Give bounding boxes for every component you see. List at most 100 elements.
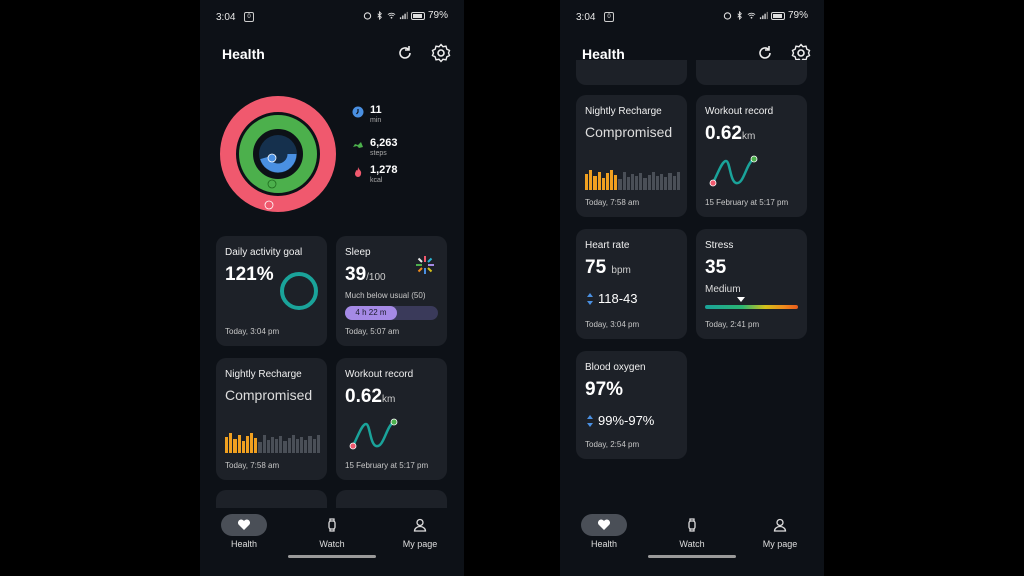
person-icon bbox=[413, 518, 427, 532]
daily-goal-card[interactable]: Daily activity goal 121% Today, 3:04 pm bbox=[216, 236, 327, 346]
bluetooth-icon bbox=[737, 11, 742, 20]
recharge-bar bbox=[635, 176, 639, 190]
heart-icon bbox=[597, 519, 611, 530]
recharge-bar bbox=[300, 437, 304, 453]
workout-route bbox=[349, 418, 398, 450]
refresh-icon[interactable] bbox=[394, 42, 416, 64]
kcal-label: kcal bbox=[370, 177, 383, 184]
recharge-bar bbox=[605, 173, 610, 190]
recharge-bar bbox=[279, 436, 283, 453]
recharge-bar bbox=[295, 439, 300, 453]
nav-my-page[interactable]: My page bbox=[750, 514, 810, 549]
alarm-icon bbox=[723, 12, 732, 20]
recharge-bars bbox=[585, 170, 680, 190]
recharge-bar bbox=[664, 177, 668, 190]
heart-rate: 75 bpm bbox=[585, 257, 631, 279]
phone-screen-left: 3:04 0 79% Health 11 min 6,263 steps 1,2… bbox=[200, 0, 464, 576]
range-arrows-icon bbox=[587, 415, 593, 427]
recharge-bar bbox=[626, 177, 630, 190]
stress-value: 35 bbox=[705, 257, 727, 278]
stress-marker bbox=[737, 297, 745, 302]
recharge-status: Compromised bbox=[585, 124, 673, 140]
nav-my-page[interactable]: My page bbox=[390, 514, 450, 549]
bluetooth-icon bbox=[377, 11, 382, 20]
recharge-bar bbox=[250, 433, 254, 453]
recharge-bar bbox=[225, 437, 229, 453]
blood-oxygen-card[interactable]: Blood oxygen 97% 99%-97% Today, 2:54 pm bbox=[576, 351, 687, 459]
nav-watch-label: Watch bbox=[319, 539, 345, 549]
person-icon bbox=[773, 518, 787, 532]
daily-goal-value: 121% bbox=[225, 264, 274, 285]
nightly-recharge-card[interactable]: Nightly Recharge Compromised Today, 7:58… bbox=[576, 95, 687, 217]
goal-ring bbox=[280, 272, 318, 310]
range-arrows-icon bbox=[587, 293, 593, 305]
recharge-bar bbox=[601, 178, 605, 190]
nav-watch[interactable]: Watch bbox=[662, 514, 722, 549]
nav-health[interactable]: Health bbox=[574, 514, 634, 549]
nav-watch[interactable]: Watch bbox=[302, 514, 362, 549]
home-indicator[interactable] bbox=[648, 555, 736, 558]
recharge-bar bbox=[597, 172, 601, 190]
daily-goal-card-peek[interactable] bbox=[576, 60, 687, 85]
recharge-bar bbox=[270, 437, 275, 453]
status-time: 3:04 bbox=[216, 12, 236, 23]
heart-icon bbox=[237, 519, 251, 530]
workout-distance-unit: km bbox=[741, 131, 756, 142]
recharge-title: Nightly Recharge bbox=[585, 106, 662, 117]
battery-percent: 79% bbox=[427, 10, 448, 21]
activity-rings-section[interactable]: 11 min 6,263 steps 1,278 kcal bbox=[216, 92, 448, 216]
stress-time: Today, 2:41 pm bbox=[705, 320, 760, 329]
recharge-bar bbox=[262, 435, 266, 453]
battery-icon bbox=[770, 11, 785, 20]
gear-icon[interactable] bbox=[430, 42, 452, 64]
recharge-bar bbox=[647, 175, 651, 190]
recharge-bar bbox=[229, 433, 233, 453]
sleep-score-value: 39 bbox=[345, 264, 367, 285]
signal-icon bbox=[399, 11, 408, 20]
page-title: Health bbox=[222, 46, 265, 62]
notification-badge: 0 bbox=[604, 12, 614, 22]
recharge-bar bbox=[610, 170, 614, 190]
recharge-bar bbox=[643, 178, 647, 190]
clock-icon bbox=[352, 106, 364, 118]
battery-icon bbox=[410, 11, 425, 20]
recharge-bar bbox=[237, 435, 241, 453]
recharge-bar bbox=[639, 173, 643, 190]
heart-rate-unit: bpm bbox=[611, 265, 631, 276]
heart-rate-value: 75 bbox=[585, 257, 607, 278]
recharge-bar bbox=[630, 174, 635, 190]
recharge-bar bbox=[668, 173, 672, 190]
recharge-time: Today, 7:58 am bbox=[225, 461, 280, 470]
recharge-bar bbox=[245, 436, 250, 453]
heart-rate-title: Heart rate bbox=[585, 240, 630, 251]
sleep-duration-bar: 4 h 22 m bbox=[345, 306, 438, 320]
nav-watch-label: Watch bbox=[679, 539, 705, 549]
workout-record-card[interactable]: Workout record 0.62km 15 February at 5:1… bbox=[336, 358, 447, 480]
battery-percent: 79% bbox=[787, 10, 808, 21]
recharge-bar bbox=[291, 435, 295, 453]
kcal-value: 1,278 bbox=[370, 164, 398, 176]
status-icons: 79% bbox=[723, 10, 808, 21]
sleep-card-peek[interactable] bbox=[696, 60, 807, 85]
alarm-icon bbox=[363, 12, 372, 20]
nav-health[interactable]: Health bbox=[214, 514, 274, 549]
workout-distance: 0.62km bbox=[345, 386, 395, 408]
app-bar: Health bbox=[200, 40, 464, 68]
workout-distance-value: 0.62 bbox=[705, 123, 742, 144]
recharge-bar bbox=[308, 436, 312, 453]
blood-oxygen-title: Blood oxygen bbox=[585, 362, 646, 373]
recharge-bar bbox=[312, 439, 316, 453]
sleep-card[interactable]: Sleep 39/100 Much below usual (50) 4 h 2… bbox=[336, 236, 447, 346]
stress-card[interactable]: Stress 35 Medium Today, 2:41 pm bbox=[696, 229, 807, 339]
flame-icon bbox=[355, 167, 362, 177]
nightly-recharge-card[interactable]: Nightly Recharge Compromised Today, 7:58… bbox=[216, 358, 327, 480]
home-indicator[interactable] bbox=[288, 555, 376, 558]
stress-level: Medium bbox=[705, 284, 741, 295]
watch-icon bbox=[688, 518, 696, 532]
heart-rate-card[interactable]: Heart rate 75 bpm 118-43 Today, 3:04 pm bbox=[576, 229, 687, 339]
recharge-bar bbox=[655, 176, 660, 190]
status-bar: 3:04 0 79% bbox=[216, 10, 448, 26]
recharge-bar bbox=[304, 440, 308, 453]
bottom-navigation: Health Watch My page bbox=[560, 508, 824, 564]
workout-record-card[interactable]: Workout record 0.62km 15 February at 5:1… bbox=[696, 95, 807, 217]
